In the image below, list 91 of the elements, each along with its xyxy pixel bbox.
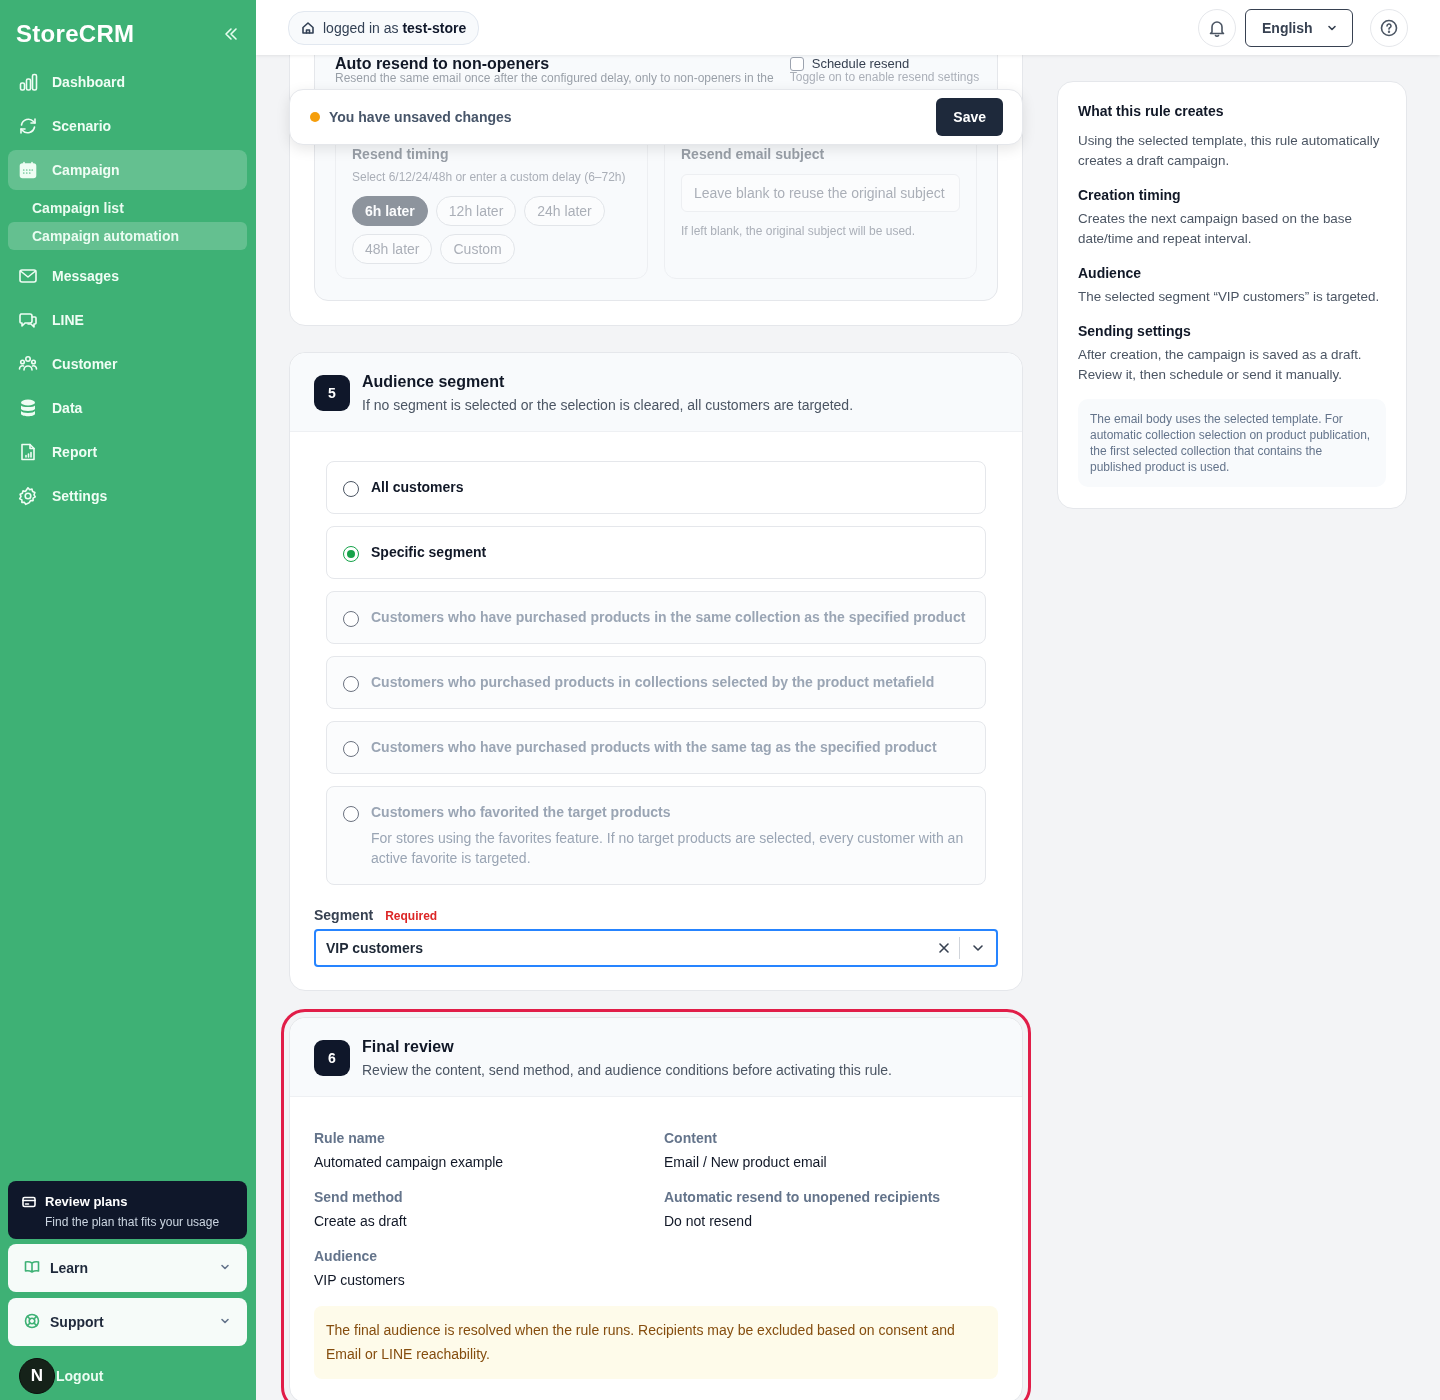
review-value: VIP customers bbox=[314, 1272, 406, 1288]
review-value: Automated campaign example bbox=[314, 1154, 505, 1170]
radio-button[interactable] bbox=[343, 481, 359, 497]
database-icon bbox=[18, 398, 38, 418]
review-value: Email / New product email bbox=[664, 1154, 828, 1170]
radio-button[interactable] bbox=[343, 546, 359, 562]
nav-subitem[interactable]: Campaign list bbox=[8, 194, 247, 222]
nav-item[interactable]: Settings bbox=[8, 476, 247, 516]
users-icon bbox=[18, 354, 38, 374]
field-hint: Select 6/12/24/48h or enter a custom delay (6–72h) bbox=[352, 170, 627, 184]
segment-option[interactable]: All customers bbox=[326, 461, 986, 514]
nav-item[interactable]: Scenario bbox=[8, 106, 247, 146]
unsaved-message: You have unsaved changes bbox=[329, 109, 513, 125]
notifications-button[interactable] bbox=[1198, 8, 1236, 47]
book-icon bbox=[24, 1258, 40, 1275]
nav-item[interactable]: Messages bbox=[8, 256, 247, 296]
login-status: logged in as test-store bbox=[323, 19, 467, 36]
plans-subtitle: Find the plan that fits your usage bbox=[45, 1215, 221, 1229]
nav-item[interactable]: Campaign bbox=[8, 150, 247, 190]
home-icon bbox=[301, 20, 315, 35]
collapse-button[interactable] bbox=[223, 26, 239, 42]
double-chevron-left-icon bbox=[223, 26, 239, 42]
nav-item[interactable]: Dashboard bbox=[8, 62, 247, 102]
mail-icon bbox=[18, 266, 38, 286]
refresh-icon bbox=[18, 116, 38, 136]
info-text: The selected segment “VIP customers” is targeted. bbox=[1078, 288, 1381, 306]
help-icon bbox=[1379, 17, 1399, 38]
app-logo: StoreCRM bbox=[16, 20, 135, 48]
menu-toggle[interactable]: Support bbox=[8, 1298, 247, 1346]
step-badge: 6 bbox=[314, 1040, 350, 1076]
lifebuoy-icon bbox=[24, 1312, 40, 1329]
plans-card[interactable]: Review plans Find the plan that fits your usage bbox=[8, 1181, 247, 1239]
chat-icon bbox=[18, 310, 38, 330]
logout-link[interactable]: Logout bbox=[56, 1368, 104, 1384]
info-heading: What this rule creates bbox=[1078, 103, 1225, 119]
step-badge: 5 bbox=[314, 375, 350, 411]
option-description: For stores using the favorites feature. If no target products are selected, every customer with an active favorite is targeted. bbox=[371, 829, 965, 868]
save-button[interactable]: Save bbox=[936, 98, 1003, 136]
plans-title: Review plans bbox=[45, 1194, 128, 1209]
calendar-icon bbox=[18, 160, 38, 180]
gear-icon bbox=[18, 486, 38, 506]
review-label: Send method bbox=[314, 1189, 404, 1205]
menu-toggle[interactable]: Learn bbox=[8, 1244, 247, 1292]
review-label: Rule name bbox=[314, 1130, 386, 1146]
section-title: Audience segment bbox=[362, 372, 506, 392]
info-heading: Creation timing bbox=[1078, 187, 1182, 203]
nav-item[interactable]: LINE bbox=[8, 300, 247, 340]
help-button[interactable] bbox=[1370, 8, 1408, 47]
review-label: Content bbox=[664, 1130, 718, 1146]
report-icon bbox=[18, 442, 38, 462]
field-label: Resend email subject bbox=[681, 146, 825, 162]
required-label: Required bbox=[385, 909, 438, 923]
info-heading: Sending settings bbox=[1078, 323, 1192, 339]
section-description: Review the content, send method, and audience conditions before activating this rule. bbox=[362, 1062, 892, 1078]
info-text: Using the selected template, this rule automatically creates a draft campaign. bbox=[1078, 132, 1381, 170]
nav-item[interactable]: Data bbox=[8, 388, 247, 428]
field-label: Resend timing bbox=[352, 146, 449, 162]
option-label: Customers who purchased products in collections selected by the product metafield bbox=[371, 674, 935, 690]
info-text: Creates the next campaign based on the base date/time and repeat interval. bbox=[1078, 210, 1353, 248]
toggle-hint: Toggle on to enable resend settings bbox=[789, 71, 981, 84]
section-title: Auto resend to non-openers bbox=[335, 56, 550, 72]
segment-select[interactable]: VIP customers bbox=[314, 929, 998, 967]
nav-subitem[interactable]: Campaign automation bbox=[8, 222, 247, 250]
field-label: Segment bbox=[314, 907, 374, 923]
info-text: After creation, the campaign is saved as a draft. Review it, then schedule or send it manually. bbox=[1078, 346, 1363, 384]
section-title: Final review bbox=[362, 1037, 455, 1057]
info-note: The email body uses the selected template. For automatic collection selection on product publication, the first selected collection that contains the published product is used. bbox=[1078, 399, 1386, 487]
checkbox-label: Schedule resend bbox=[811, 56, 910, 71]
field-help: If left blank, the original subject will be used. bbox=[681, 224, 917, 238]
chart-icon bbox=[18, 72, 38, 92]
user-avatar[interactable]: N bbox=[19, 1358, 55, 1394]
review-label: Automatic resend to unopened recipients bbox=[664, 1189, 942, 1205]
option-label: Customers who have purchased products in the same collection as the specified product bbox=[371, 609, 966, 625]
info-heading: Audience bbox=[1078, 265, 1142, 281]
card-icon bbox=[22, 1194, 36, 1209]
review-label: Audience bbox=[314, 1248, 378, 1264]
language-select[interactable]: English bbox=[1245, 8, 1353, 47]
segment-option[interactable]: Specific segment bbox=[326, 526, 986, 579]
nav-item[interactable]: Report bbox=[8, 432, 247, 472]
option-label: Specific segment bbox=[371, 544, 487, 560]
nav-item[interactable]: Customer bbox=[8, 344, 247, 384]
close-icon bbox=[938, 942, 950, 954]
status-dot bbox=[310, 112, 320, 122]
review-value: Create as draft bbox=[314, 1213, 408, 1229]
option-label: All customers bbox=[371, 479, 464, 495]
option-label: Customers who have purchased products with the same tag as the specified product bbox=[371, 739, 937, 755]
review-value: Do not resend bbox=[664, 1213, 753, 1229]
section-description: Resend the same email once after the configured delay, only to non-openers in the bbox=[335, 72, 774, 85]
section-description: If no segment is selected or the selection is cleared, all customers are targeted. bbox=[362, 397, 854, 413]
notice-message: The final audience is resolved when the rule runs. Recipients may be excluded based on consent and Email or LINE reachability. bbox=[314, 1306, 998, 1379]
option-label: Customers who favorited the target products bbox=[371, 804, 672, 820]
